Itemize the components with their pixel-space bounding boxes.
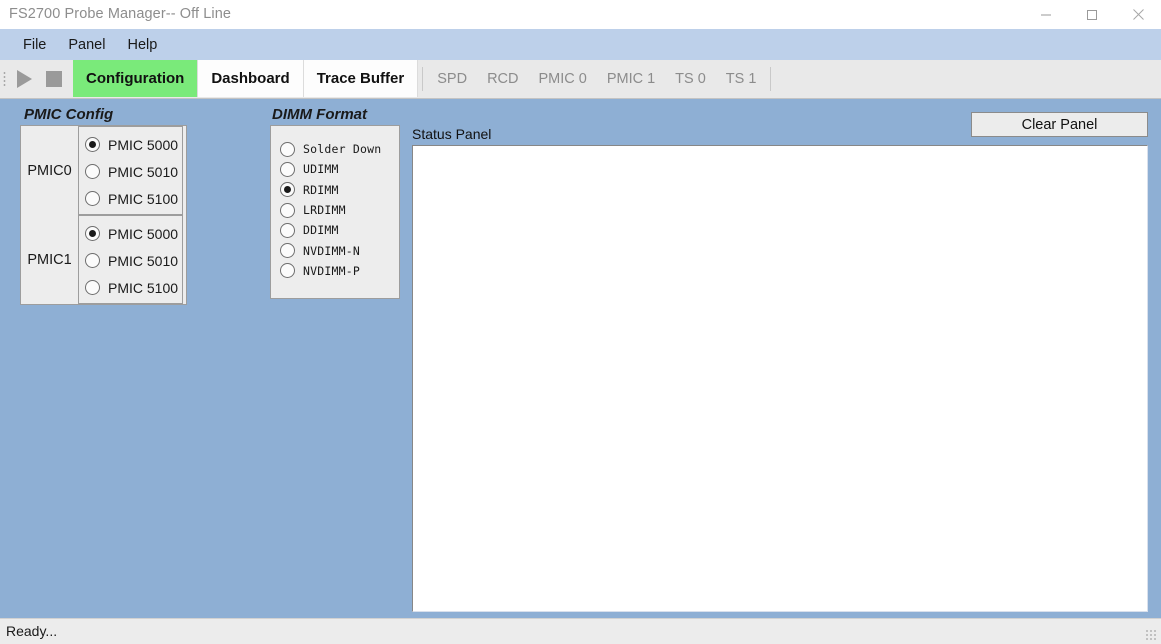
- status-panel-textarea[interactable]: [412, 145, 1148, 612]
- radio-label: LRDIMM: [303, 203, 346, 218]
- radio-pmic1-5100[interactable]: PMIC 5100: [85, 274, 182, 301]
- radio-button-icon: [85, 253, 100, 268]
- pmic0-row: PMIC0 PMIC 5000 PMIC 5010 PMIC 5100: [21, 126, 188, 215]
- pmic0-radio-group: PMIC 5000 PMIC 5010 PMIC 5100: [78, 126, 183, 215]
- radio-label: PMIC 5000: [108, 225, 179, 242]
- close-icon[interactable]: [1115, 0, 1161, 29]
- radio-button-icon: [85, 137, 100, 152]
- stop-icon: [46, 71, 62, 87]
- pmic0-label: PMIC0: [27, 162, 72, 179]
- maximize-icon[interactable]: [1069, 0, 1115, 29]
- tab-rcd[interactable]: RCD: [477, 60, 529, 97]
- radio-button-icon: [280, 161, 295, 177]
- radio-nvdimm-p[interactable]: NVDIMM-P: [280, 261, 399, 281]
- tab-pmic-0[interactable]: PMIC 0: [528, 60, 597, 97]
- pmic-config-title: PMIC Config: [24, 106, 114, 123]
- window-controls: [1023, 0, 1161, 29]
- radio-pmic0-5000[interactable]: PMIC 5000: [85, 131, 182, 158]
- radio-button-icon: [280, 263, 295, 279]
- radio-button-icon: [280, 222, 295, 238]
- pmic-config-groupbox: PMIC0 PMIC 5000 PMIC 5010 PMIC 5100 PMIC…: [20, 125, 187, 305]
- minimize-icon[interactable]: [1023, 0, 1069, 29]
- radio-pmic0-5100[interactable]: PMIC 5100: [85, 185, 182, 212]
- radio-label: PMIC 5100: [108, 190, 179, 207]
- radio-button-icon: [85, 191, 100, 206]
- status-panel-label: Status Panel: [412, 126, 492, 142]
- radio-button-icon: [85, 164, 100, 179]
- radio-label: PMIC 5100: [108, 279, 179, 296]
- radio-label: UDIMM: [303, 162, 339, 177]
- radio-rdimm[interactable]: RDIMM: [280, 180, 399, 200]
- tab-ts-0[interactable]: TS 0: [665, 60, 716, 97]
- pmic1-row: PMIC1 PMIC 5000 PMIC 5010 PMIC 5100: [21, 215, 188, 304]
- menu-bar: File Panel Help: [0, 29, 1161, 60]
- radio-button-icon: [280, 141, 295, 157]
- tab-trace-buffer[interactable]: Trace Buffer: [303, 60, 419, 97]
- radio-label: PMIC 5010: [108, 163, 179, 180]
- pmic1-radio-group: PMIC 5000 PMIC 5010 PMIC 5100: [78, 215, 183, 304]
- menu-item-panel[interactable]: Panel: [57, 34, 116, 56]
- tab-spd[interactable]: SPD: [427, 60, 478, 97]
- tab-separator: [422, 67, 424, 91]
- radio-label: NVDIMM-N: [303, 243, 360, 258]
- radio-nvdimm-n[interactable]: NVDIMM-N: [280, 240, 399, 260]
- tab-configuration[interactable]: Configuration: [73, 60, 199, 97]
- radio-button-icon: [280, 243, 295, 259]
- toolbar-drag-handle[interactable]: [0, 60, 9, 98]
- play-icon: [16, 70, 32, 88]
- radio-ddimm[interactable]: DDIMM: [280, 220, 399, 240]
- radio-udimm[interactable]: UDIMM: [280, 159, 399, 179]
- status-bar: Ready...: [0, 618, 1161, 644]
- radio-label: DDIMM: [303, 223, 339, 238]
- tab-ts-1[interactable]: TS 1: [715, 60, 767, 97]
- menu-item-file[interactable]: File: [12, 34, 57, 56]
- tab-pmic-1[interactable]: PMIC 1: [596, 60, 666, 97]
- window-title: FS2700 Probe Manager-- Off Line: [9, 6, 232, 22]
- radio-lrdimm[interactable]: LRDIMM: [280, 200, 399, 220]
- radio-solder-down[interactable]: Solder Down: [280, 139, 399, 159]
- radio-pmic1-5000[interactable]: PMIC 5000: [85, 220, 182, 247]
- tab-dashboard[interactable]: Dashboard: [198, 60, 304, 97]
- tool-strip: Configuration Dashboard Trace Buffer SPD…: [0, 60, 1161, 99]
- grip-dots-icon: [3, 70, 6, 88]
- radio-pmic1-5010[interactable]: PMIC 5010: [85, 247, 182, 274]
- run-button[interactable]: [9, 60, 39, 98]
- radio-label: NVDIMM-P: [303, 263, 360, 278]
- radio-button-icon: [280, 182, 295, 198]
- radio-label: PMIC 5010: [108, 252, 179, 269]
- tab-strip: Configuration Dashboard Trace Buffer SPD…: [73, 60, 775, 98]
- status-bar-text: Ready...: [6, 623, 58, 639]
- dimm-format-groupbox: Solder Down UDIMM RDIMM LRDIMM DDIMM NVD…: [270, 125, 400, 299]
- title-bar: FS2700 Probe Manager-- Off Line: [0, 0, 1161, 30]
- clear-panel-button[interactable]: Clear Panel: [971, 112, 1148, 137]
- tab-separator-end: [770, 67, 772, 91]
- radio-button-icon: [85, 280, 100, 295]
- radio-label: PMIC 5000: [108, 136, 179, 153]
- radio-pmic0-5010[interactable]: PMIC 5010: [85, 158, 182, 185]
- stop-button[interactable]: [39, 60, 69, 98]
- application-window: FS2700 Probe Manager-- Off Line File Pan…: [0, 0, 1161, 644]
- pmic1-label: PMIC1: [27, 251, 72, 268]
- radio-button-icon: [85, 226, 100, 241]
- radio-label: Solder Down: [303, 142, 382, 157]
- dimm-format-title: DIMM Format: [272, 106, 367, 123]
- resize-grip-icon[interactable]: [1144, 628, 1158, 642]
- radio-button-icon: [280, 202, 295, 218]
- radio-label: RDIMM: [303, 182, 339, 197]
- menu-item-help[interactable]: Help: [116, 34, 168, 56]
